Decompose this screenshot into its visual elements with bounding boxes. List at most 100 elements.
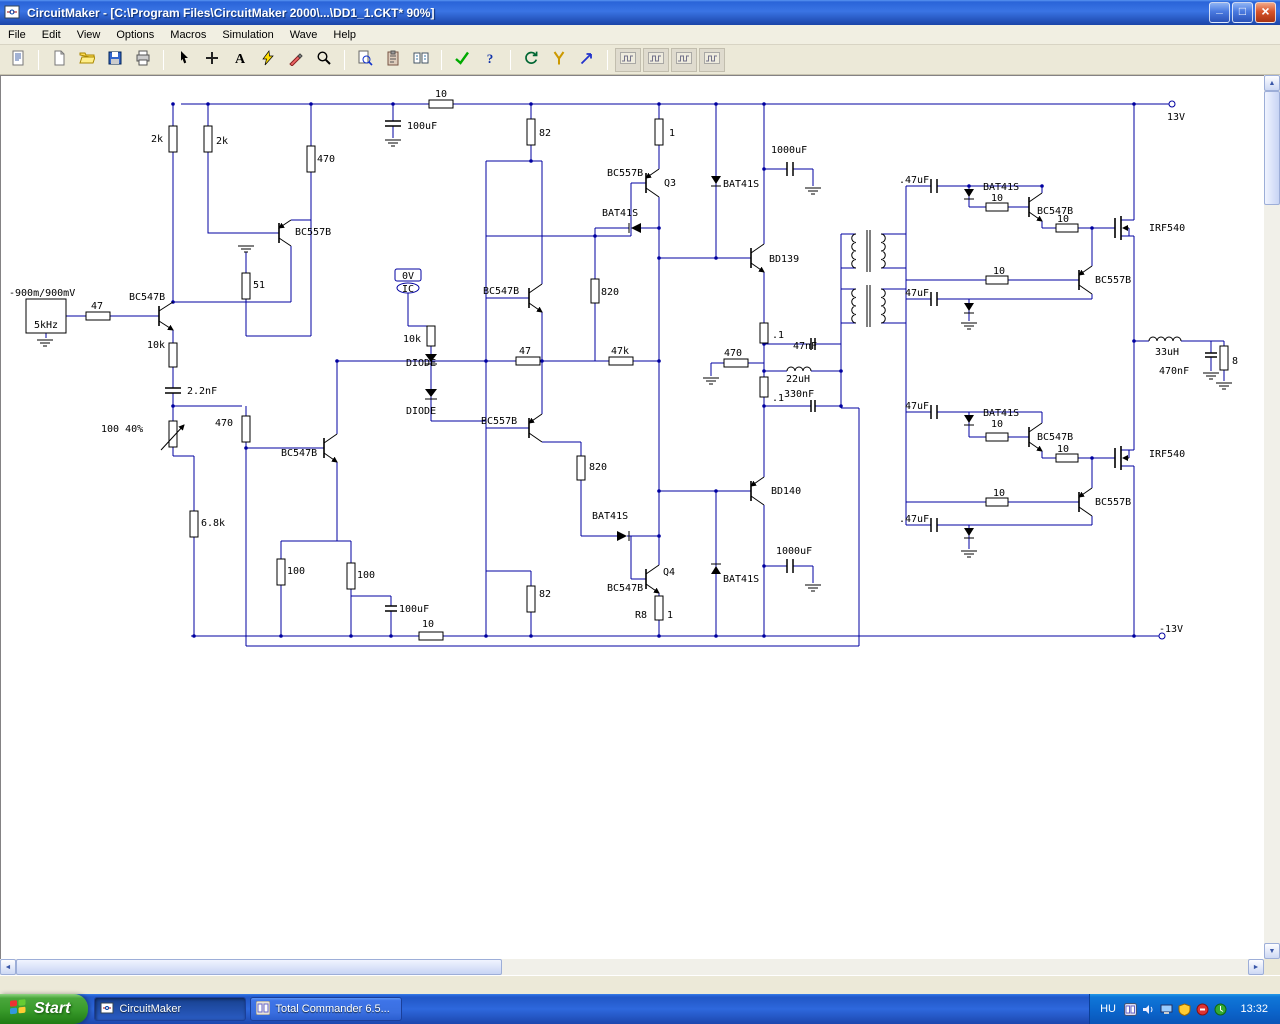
component-label: .1 — [772, 330, 784, 341]
component-label: 10 — [993, 488, 1005, 499]
component-label: 47 — [91, 301, 103, 312]
magnifier-icon — [316, 50, 332, 69]
question-icon: ? — [482, 50, 498, 69]
split-view-button[interactable] — [408, 48, 434, 72]
scroll-up-button[interactable]: ▲ — [1264, 75, 1280, 91]
eraser-pen-icon — [288, 50, 304, 69]
task-label: Total Commander 6.5... — [275, 1003, 390, 1015]
component-label: 1000uF — [776, 546, 812, 557]
simulation-mode-button[interactable] — [449, 48, 475, 72]
clipboard-icon — [385, 50, 401, 69]
task-label: CircuitMaker — [119, 1003, 182, 1015]
component-label: DIODE — [406, 358, 436, 369]
component-label: 22uH — [786, 374, 810, 385]
delete-tool-button[interactable] — [283, 48, 309, 72]
taskbar: Start CircuitMaker Total Commander 6.5...… — [0, 994, 1280, 1024]
update-icon[interactable] — [1213, 1002, 1227, 1016]
scroll-right-button[interactable]: ► — [1248, 959, 1264, 975]
menu-edit[interactable]: Edit — [34, 27, 69, 43]
task-button-total-commander-6-5[interactable]: Total Commander 6.5... — [250, 997, 403, 1021]
help-button[interactable]: ? — [477, 48, 503, 72]
task-button-circuitmaker[interactable]: CircuitMaker — [94, 997, 247, 1021]
scope-window-button-2[interactable] — [643, 47, 669, 72]
search-button[interactable] — [352, 48, 378, 72]
run-button[interactable] — [574, 48, 600, 72]
menu-options[interactable]: Options — [108, 27, 162, 43]
component-label: 100 40% — [101, 424, 143, 435]
select-tool-button[interactable] — [171, 48, 197, 72]
coils-and-transformers — [33, 230, 1182, 372]
component-label: 82 — [539, 589, 551, 600]
display-settings-icon[interactable] — [1159, 1002, 1173, 1016]
menu-file[interactable]: File — [0, 27, 34, 43]
save-disk-icon — [107, 50, 123, 69]
component-label: .47uF — [899, 514, 929, 525]
circuitmaker-icon — [100, 1001, 114, 1018]
schematic-components — [25, 99, 1233, 641]
menu-help[interactable]: Help — [325, 27, 364, 43]
scope-window-button-1[interactable] — [615, 47, 641, 72]
component-label: 100 — [357, 570, 375, 581]
horizontal-scroll-thumb[interactable] — [16, 959, 502, 975]
language-indicator[interactable]: HU — [1100, 1003, 1116, 1015]
scroll-down-button[interactable]: ▼ — [1264, 943, 1280, 959]
component-label: 13V — [1167, 112, 1185, 123]
desktop-screen: CircuitMaker - [C:\Program Files\Circuit… — [0, 0, 1280, 1024]
component-label: 5kHz — [34, 320, 58, 331]
component-label: BAT41S — [983, 408, 1019, 419]
menu-simulation[interactable]: Simulation — [214, 27, 281, 43]
antivirus-icon[interactable] — [1177, 1002, 1191, 1016]
component-label: 10 — [993, 266, 1005, 277]
split-panes-icon — [413, 50, 429, 69]
scroll-left-button[interactable]: ◄ — [0, 959, 16, 975]
save-button[interactable] — [102, 48, 128, 72]
lightning-icon — [260, 50, 276, 69]
new-button[interactable] — [46, 48, 72, 72]
text-a-icon: A — [232, 50, 248, 69]
component-label: 47uF — [905, 401, 929, 412]
component-label: Q4 — [663, 567, 675, 578]
start-label: Start — [34, 1000, 71, 1017]
vertical-scrollbar[interactable]: ▲ ▼ — [1264, 75, 1280, 959]
minimize-button[interactable] — [1209, 2, 1230, 23]
schematic-canvas[interactable]: 2k 2k 470 10 100uF 82 1 BC557B Q3 BAT41S 1000uF BAT… — [0, 75, 1264, 959]
component-label: 100uF — [407, 121, 437, 132]
component-label: 10 — [422, 619, 434, 630]
reset-button[interactable] — [518, 48, 544, 72]
report-button[interactable] — [5, 48, 31, 72]
horizontal-scrollbar[interactable]: ◄ ► — [0, 959, 1264, 975]
scope-window-button-4[interactable] — [699, 47, 725, 72]
wire-tool-button[interactable] — [255, 48, 281, 72]
scope-window-button-3[interactable] — [671, 47, 697, 72]
place-part-button[interactable] — [199, 48, 225, 72]
vertical-scroll-thumb[interactable] — [1264, 91, 1280, 205]
component-label: 100 — [287, 566, 305, 577]
probe-button[interactable] — [546, 48, 572, 72]
component-label: 47 — [519, 346, 531, 357]
close-button[interactable] — [1255, 2, 1276, 23]
component-label: BC547B — [1037, 432, 1073, 443]
component-label: 47nF — [793, 341, 817, 352]
schematic-drawing: 2k 2k 470 10 100uF 82 1 BC557B Q3 BAT41S 1000uF BAT… — [9, 89, 1238, 647]
waveform-icon — [704, 50, 720, 69]
print-button[interactable] — [130, 48, 156, 72]
system-tray: HU 13:32 — [1089, 994, 1280, 1024]
waveform-icon — [648, 50, 664, 69]
messenger-icon[interactable] — [1195, 1002, 1209, 1016]
text-tool-button[interactable]: A — [227, 48, 253, 72]
component-label: 47k — [611, 346, 629, 357]
menu-macros[interactable]: Macros — [162, 27, 214, 43]
menu-wave[interactable]: Wave — [282, 27, 326, 43]
restore-button[interactable] — [1232, 2, 1253, 23]
zoom-tool-button[interactable] — [311, 48, 337, 72]
component-label: 820 — [601, 287, 619, 298]
bill-of-materials-button[interactable] — [380, 48, 406, 72]
printer-icon — [135, 50, 151, 69]
rotate-ccw-icon — [523, 50, 539, 69]
start-button[interactable]: Start — [0, 994, 89, 1024]
total-commander-tray-icon[interactable] — [1123, 1002, 1137, 1016]
volume-icon[interactable] — [1141, 1002, 1155, 1016]
menu-view[interactable]: View — [69, 27, 109, 43]
component-label: 0V — [402, 271, 414, 282]
open-button[interactable] — [74, 48, 100, 72]
